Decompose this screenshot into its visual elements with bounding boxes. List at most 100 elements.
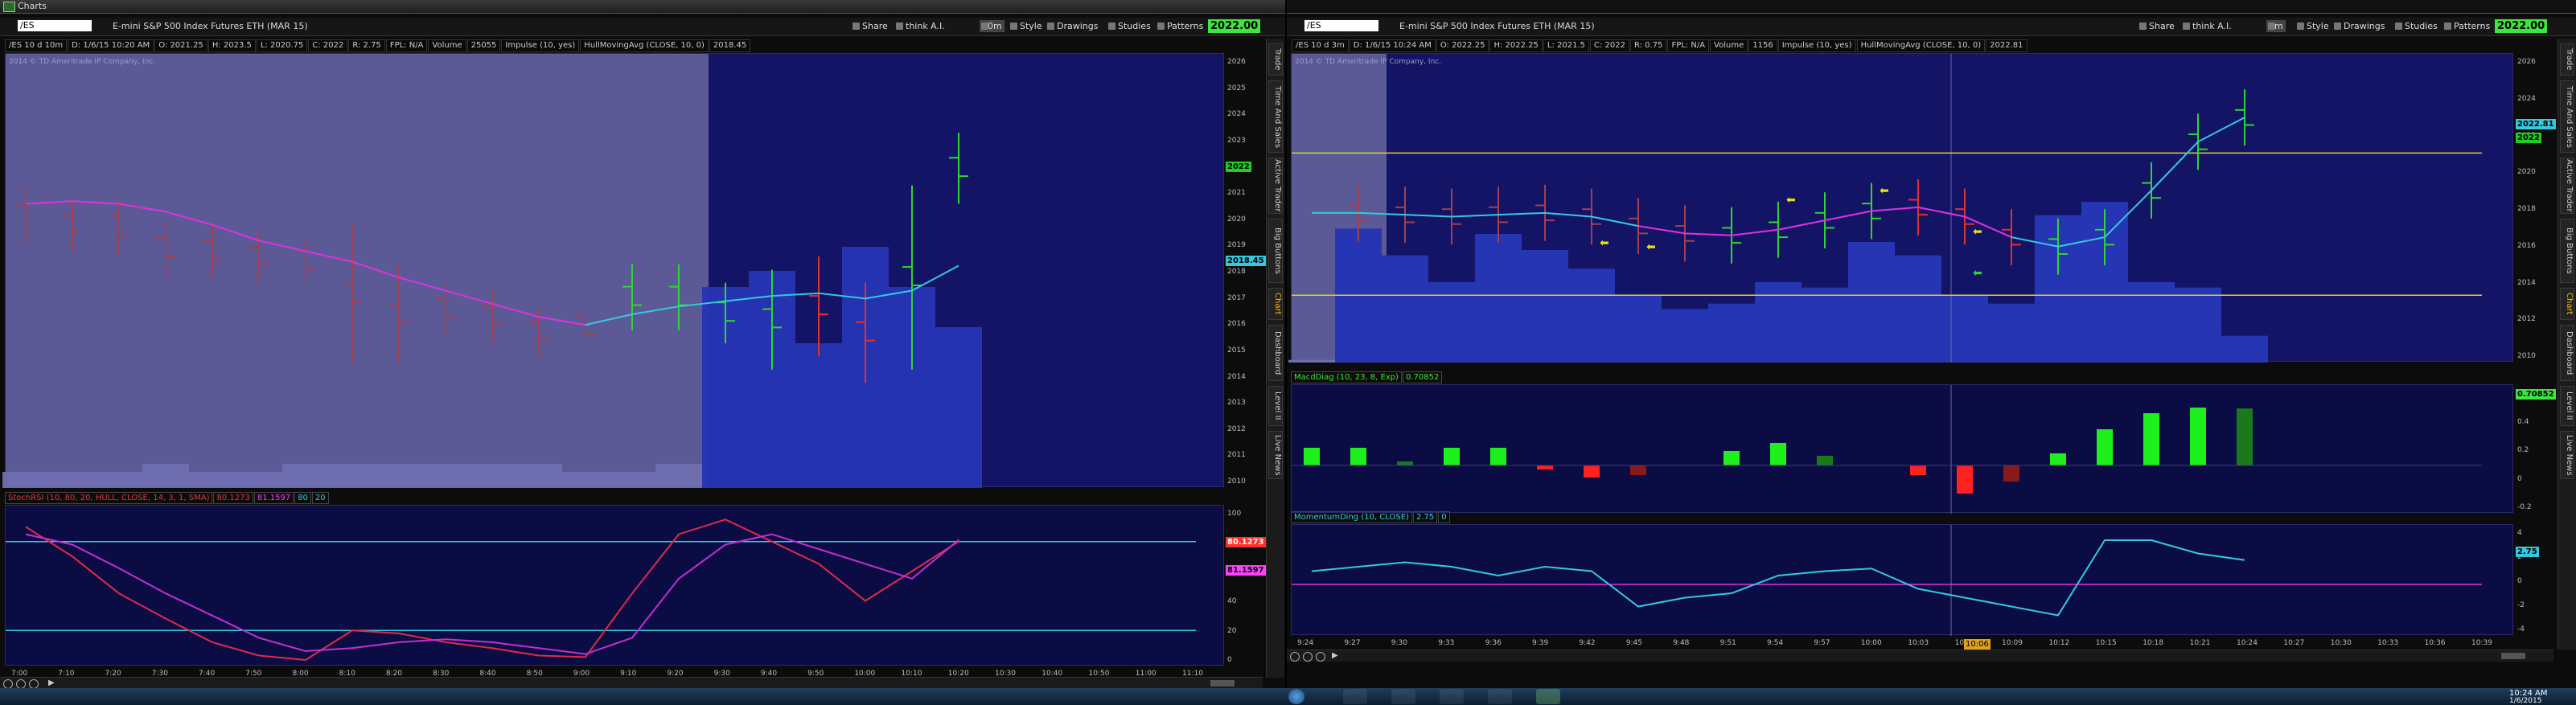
- studies-button[interactable]: Studies: [1107, 20, 1153, 32]
- left-price-panel[interactable]: 2014 © TD Ameritrade IP Company, Inc.: [2, 53, 1224, 488]
- media-icon[interactable]: [1391, 689, 1415, 704]
- side-tab-trade[interactable]: Trade: [2560, 43, 2574, 76]
- stochrsi-axis: 100806040200: [1226, 505, 1258, 666]
- clock-date[interactable]: 1/6/2015: [2509, 697, 2541, 705]
- info-field: C: 2022: [1589, 39, 1629, 52]
- right-price-panel[interactable]: 2014 © TD Ameritrade IP Company, Inc. ⬅ ⬅…: [1288, 53, 2513, 363]
- side-tab-live-news[interactable]: Live News: [1268, 431, 1283, 479]
- patterns-button[interactable]: Patterns: [1156, 20, 1206, 32]
- macd-panel[interactable]: [1291, 384, 2513, 514]
- info-field: C: 2022: [308, 39, 348, 52]
- stochrsi-label-field[interactable]: StochRSI (10, 80, 20, HULL, CLOSE, 14, 3…: [5, 492, 213, 504]
- momentum-tick-label: 4: [2517, 529, 2522, 537]
- stochrsi-d-line: [25, 533, 959, 655]
- side-tab-chart[interactable]: Chart: [2560, 288, 2574, 320]
- price-tick-label: 2020: [1227, 215, 1246, 223]
- momentum-panel[interactable]: [1291, 524, 2513, 636]
- macd-histogram-bar: [2237, 408, 2253, 465]
- left-study-panel[interactable]: [5, 505, 1224, 666]
- zoom-in-icon[interactable]: [1290, 652, 1300, 662]
- side-tab-big-buttons[interactable]: Big Buttons: [1268, 219, 1283, 283]
- scroll-right-icon[interactable]: ▶: [1332, 651, 1338, 660]
- thinkorswim-icon[interactable]: [1536, 689, 1560, 704]
- stochrsi-label-field: 80: [294, 492, 311, 504]
- explorer-icon[interactable]: [1343, 689, 1367, 704]
- zoom-in-icon[interactable]: [3, 679, 13, 688]
- side-tab-time-and-sales[interactable]: Time And Sales: [2560, 80, 2574, 153]
- drawings-button[interactable]: Drawings: [2332, 20, 2387, 32]
- think-ai-button[interactable]: think A.I.: [2181, 20, 2234, 32]
- momentum-tag: 2.75: [2516, 547, 2539, 557]
- time-tick-label: 10:18: [2143, 639, 2164, 647]
- price-tick-label: 2026: [2517, 58, 2536, 66]
- price-tick-label: 2015: [1227, 346, 1246, 355]
- share-button[interactable]: Share: [851, 20, 890, 32]
- info-field: H: 2023.5: [207, 39, 256, 52]
- signal-arrow: ⬅: [1786, 194, 1796, 207]
- side-tab-level-ii[interactable]: Level II: [1268, 386, 1283, 426]
- signal-arrow: ⬅: [1973, 267, 1982, 280]
- side-tab-trade[interactable]: Trade: [1268, 43, 1283, 76]
- zoom-out-icon[interactable]: [1303, 652, 1313, 662]
- info-field: L: 2020.75: [256, 39, 308, 52]
- start-button[interactable]: [1288, 689, 1304, 704]
- chrome-icon[interactable]: [1440, 689, 1464, 704]
- macd-chart: [1292, 385, 2482, 514]
- time-tick-label: 10:39: [2471, 639, 2492, 647]
- style-button[interactable]: Style: [2295, 20, 2332, 32]
- volume-bar: [1848, 242, 1895, 363]
- price-tick-label: 2024: [1227, 110, 1246, 119]
- side-tab-level-ii[interactable]: Level II: [2560, 386, 2574, 426]
- volume-bar: [329, 464, 376, 488]
- momentum-tick-label: -4: [2517, 625, 2525, 633]
- zoom-fit-icon[interactable]: [29, 679, 39, 688]
- last-price: 2022.00: [1208, 19, 1261, 33]
- study-tick-label: 0: [1227, 656, 1232, 664]
- timeframe-button[interactable]: 30m: [980, 20, 1005, 32]
- volume-bar: [1802, 287, 1848, 363]
- share-button[interactable]: Share: [2138, 20, 2177, 32]
- scroll-right-icon[interactable]: ▶: [48, 678, 55, 687]
- ie-icon[interactable]: [1488, 689, 1512, 704]
- right-time-axis: 9:24 9:27 9:30 9:33 9:36 9:39 9:42 9:45 9:48 9:51…: [1291, 639, 2513, 649]
- symbol-input[interactable]: /ES: [18, 20, 92, 31]
- style-button[interactable]: Style: [1009, 20, 1045, 32]
- scroll-thumb[interactable]: [1210, 680, 1235, 687]
- right-title-bar[interactable]: [1287, 0, 2576, 14]
- think-ai-button[interactable]: think A.I.: [894, 20, 947, 32]
- crosshair-time-tag: 10:06: [1964, 639, 1991, 650]
- right-horizontal-scrollbar[interactable]: ▶: [1287, 650, 2553, 662]
- volume-bar: [609, 472, 655, 488]
- info-field: R: 2.75: [348, 39, 385, 52]
- side-tab-dashboard[interactable]: Dashboard: [1268, 325, 1283, 381]
- info-field: L: 2021.5: [1543, 39, 1589, 52]
- scroll-thumb[interactable]: [2501, 653, 2525, 659]
- timeframe-button[interactable]: 3m: [2266, 20, 2286, 32]
- volume-bar: [1288, 359, 1335, 363]
- side-tab-active-trader[interactable]: Active Trader: [1268, 158, 1283, 214]
- volume-bar: [236, 472, 282, 488]
- side-tab-chart[interactable]: Chart: [1268, 288, 1283, 320]
- side-tab-live-news[interactable]: Live News: [2560, 431, 2574, 479]
- side-tab-dashboard[interactable]: Dashboard: [2560, 325, 2574, 381]
- patterns-button[interactable]: Patterns: [2442, 20, 2492, 32]
- side-tab-big-buttons[interactable]: Big Buttons: [2560, 219, 2574, 283]
- zoom-fit-icon[interactable]: [1316, 652, 1325, 662]
- volume-bar: [1615, 295, 1662, 363]
- last-price: 2022.00: [2495, 19, 2548, 33]
- symbol-input[interactable]: /ES: [1304, 20, 1378, 31]
- side-tab-active-trader[interactable]: Active Trader: [2560, 158, 2574, 214]
- macd-tick-label: 0: [2517, 474, 2522, 483]
- left-title-bar[interactable]: Charts: [0, 0, 1285, 14]
- studies-button[interactable]: Studies: [2393, 20, 2440, 32]
- time-tick-label: 10:12: [2048, 639, 2070, 647]
- drawings-button[interactable]: Drawings: [1046, 20, 1100, 32]
- macd-histogram-bar: [1584, 465, 1600, 478]
- time-tick-label: 10:09: [2002, 639, 2023, 647]
- left-horizontal-scrollbar[interactable]: ▶: [0, 677, 1263, 688]
- side-tab-time-and-sales[interactable]: Time And Sales: [1268, 80, 1283, 153]
- zoom-out-icon[interactable]: [16, 679, 26, 688]
- time-tick-label: 9:54: [1767, 639, 1784, 647]
- volume-bar: [1941, 295, 1988, 363]
- time-tick-label: 9:42: [1579, 639, 1596, 647]
